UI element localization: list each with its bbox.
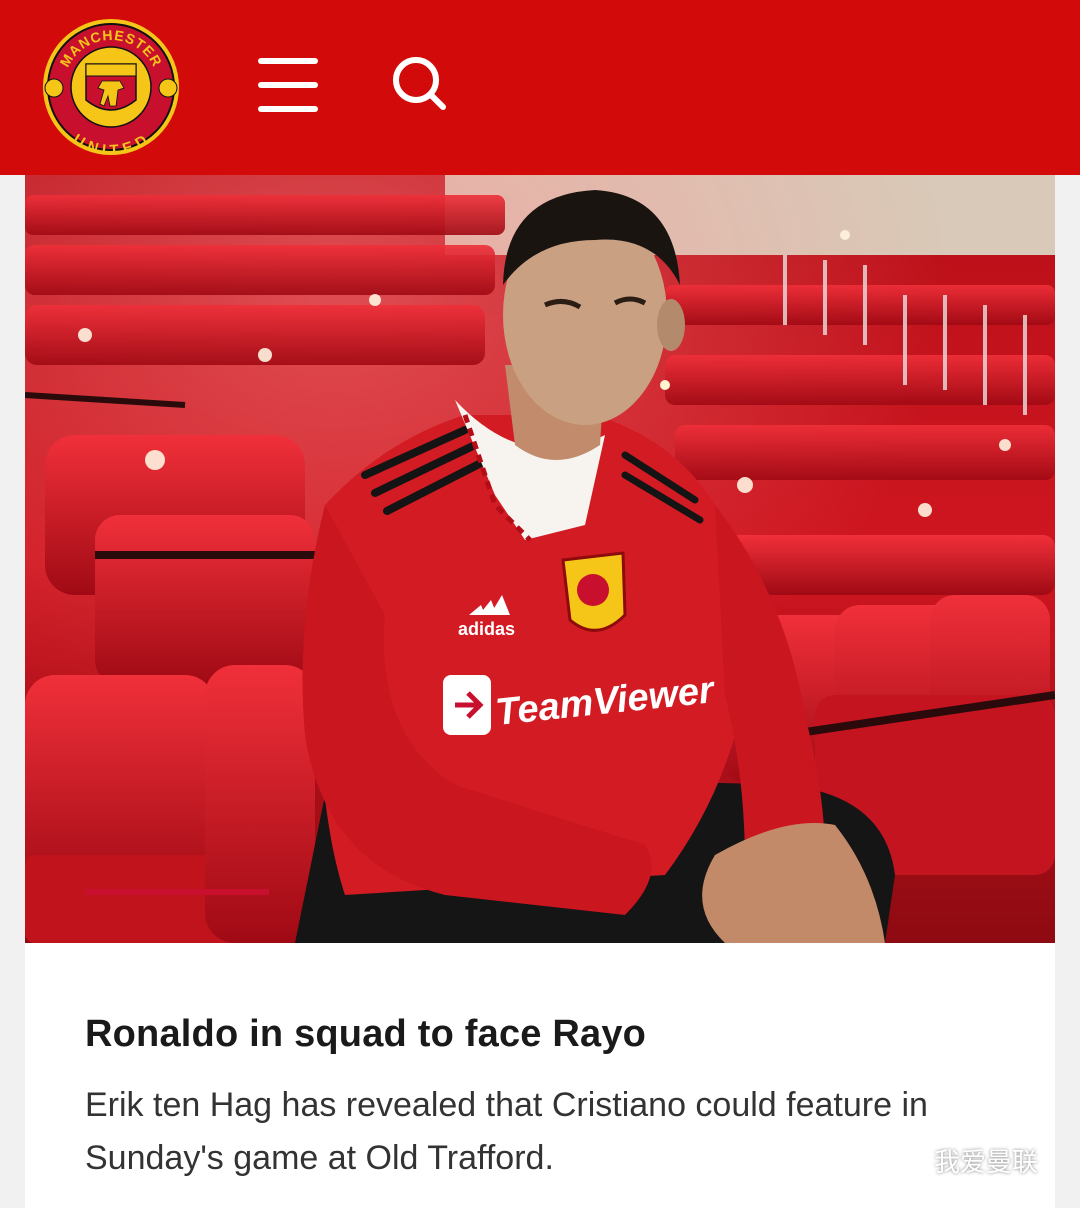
jersey-brand-text: adidas (458, 619, 515, 639)
search-button[interactable] (388, 52, 452, 116)
wechat-icon (888, 1143, 928, 1176)
search-icon (393, 57, 446, 110)
top-navigation-bar: MANCHESTER UNITED (0, 0, 1080, 175)
news-card[interactable]: adidas TeamViewer Ronaldo in squad to fa… (25, 175, 1055, 1208)
hamburger-menu-icon-line (258, 82, 318, 88)
article-summary: Erik ten Hag has revealed that Cristiano… (85, 1086, 928, 1177)
hamburger-menu-icon-line (258, 106, 318, 112)
wechat-watermark: 我爱曼联 (888, 1140, 1038, 1180)
club-crest-logo[interactable]: MANCHESTER UNITED (40, 16, 182, 159)
article-headline[interactable]: Ronaldo in squad to face Rayo (85, 1013, 1005, 1056)
hamburger-menu-icon (258, 58, 318, 64)
article-hero-image[interactable]: adidas TeamViewer (25, 175, 1055, 943)
watermark-text: 我爱曼联 (934, 1147, 1039, 1178)
menu-button[interactable] (250, 50, 326, 120)
carousel-progress-bar (85, 889, 269, 895)
